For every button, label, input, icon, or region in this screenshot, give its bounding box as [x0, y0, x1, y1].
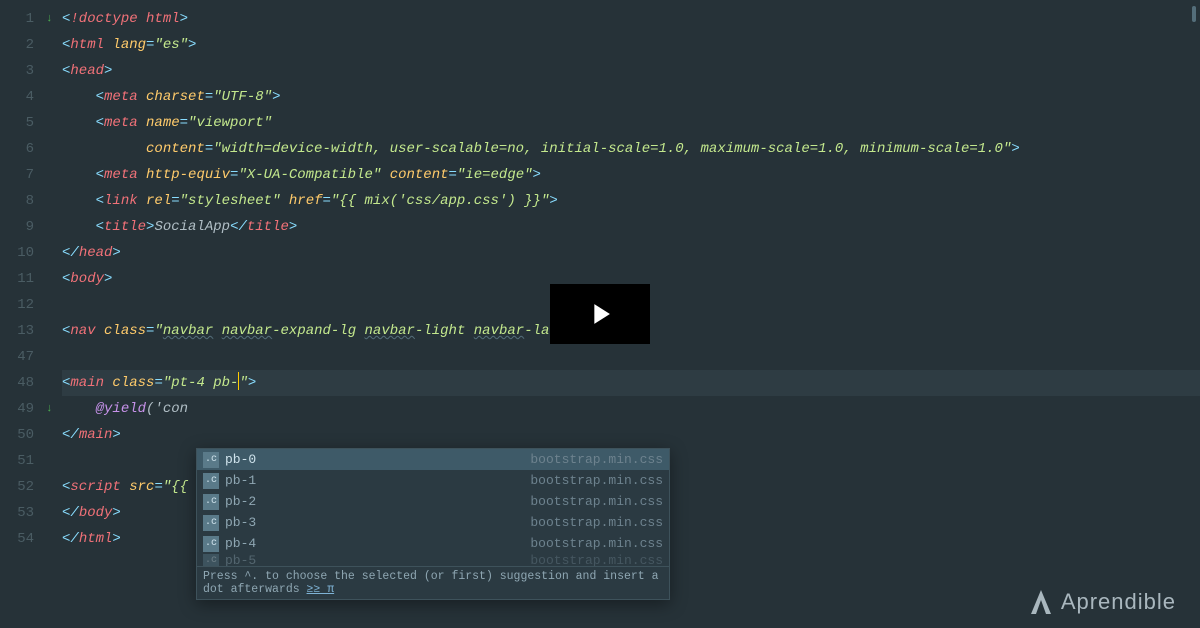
play-icon — [583, 297, 617, 331]
marker-gutter: ↓ ↓ — [44, 6, 62, 622]
autocomplete-label: pb-5 — [225, 554, 530, 566]
code-line[interactable]: </head> — [62, 240, 1200, 266]
line-number: 4 — [0, 84, 34, 110]
autocomplete-source: bootstrap.min.css — [530, 473, 663, 488]
line-number: 5 — [0, 110, 34, 136]
code-line[interactable]: <title>SocialApp</title> — [62, 214, 1200, 240]
brand-watermark: Aprendible — [1029, 588, 1176, 616]
autocomplete-item[interactable]: .c pb-4 bootstrap.min.css — [197, 533, 669, 554]
line-number-gutter: 1 2 3 4 5 6 7 8 9 10 11 12 13 47 48 49 5… — [0, 6, 44, 622]
code-line[interactable] — [62, 344, 1200, 370]
css-class-icon: .c — [203, 494, 219, 510]
css-class-icon: .c — [203, 515, 219, 531]
autocomplete-source: bootstrap.min.css — [530, 536, 663, 551]
autocomplete-label: pb-0 — [225, 452, 530, 467]
css-class-icon: .c — [203, 554, 219, 566]
line-number: 11 — [0, 266, 34, 292]
autocomplete-item[interactable]: .c pb-5 bootstrap.min.css — [197, 554, 669, 566]
css-class-icon: .c — [203, 452, 219, 468]
autocomplete-item[interactable]: .c pb-3 bootstrap.min.css — [197, 512, 669, 533]
line-number: 10 — [0, 240, 34, 266]
line-number: 7 — [0, 162, 34, 188]
autocomplete-popup[interactable]: .c pb-0 bootstrap.min.css .c pb-1 bootst… — [196, 448, 670, 600]
line-number: 12 — [0, 292, 34, 318]
line-number: 1 — [0, 6, 34, 32]
line-number: 47 — [0, 344, 34, 370]
change-marker-icon: ↓ — [46, 6, 53, 32]
code-line[interactable]: <meta http-equiv="X-UA-Compatible" conte… — [62, 162, 1200, 188]
line-number: 49 — [0, 396, 34, 422]
line-number: 53 — [0, 500, 34, 526]
css-class-icon: .c — [203, 473, 219, 489]
css-class-icon: .c — [203, 536, 219, 552]
line-number: 8 — [0, 188, 34, 214]
line-number: 51 — [0, 448, 34, 474]
line-number: 48 — [0, 370, 34, 396]
line-number: 3 — [0, 58, 34, 84]
autocomplete-label: pb-1 — [225, 473, 530, 488]
code-line[interactable]: @yield('con — [62, 396, 1200, 422]
code-line-active[interactable]: <main class="pt-4 pb-"> — [62, 370, 1200, 396]
brand-text: Aprendible — [1061, 589, 1176, 615]
autocomplete-label: pb-3 — [225, 515, 530, 530]
code-line[interactable]: <head> — [62, 58, 1200, 84]
code-line[interactable]: </main> — [62, 422, 1200, 448]
autocomplete-source: bootstrap.min.css — [530, 494, 663, 509]
code-line[interactable]: <html lang="es"> — [62, 32, 1200, 58]
autocomplete-source: bootstrap.min.css — [530, 515, 663, 530]
hint-link[interactable]: ≥≥ π — [307, 583, 335, 596]
code-line[interactable]: <meta charset="UTF-8"> — [62, 84, 1200, 110]
line-number: 50 — [0, 422, 34, 448]
autocomplete-source: bootstrap.min.css — [530, 452, 663, 467]
line-number: 9 — [0, 214, 34, 240]
play-button[interactable] — [550, 284, 650, 344]
line-number: 2 — [0, 32, 34, 58]
line-number: 6 — [0, 136, 34, 162]
autocomplete-source: bootstrap.min.css — [530, 554, 663, 566]
autocomplete-item[interactable]: .c pb-2 bootstrap.min.css — [197, 491, 669, 512]
change-marker-icon: ↓ — [46, 396, 53, 422]
code-line[interactable]: <meta name="viewport" — [62, 110, 1200, 136]
code-line[interactable]: content="width=device-width, user-scalab… — [62, 136, 1200, 162]
brand-logo-icon — [1029, 588, 1053, 616]
autocomplete-item[interactable]: .c pb-1 bootstrap.min.css — [197, 470, 669, 491]
autocomplete-item[interactable]: .c pb-0 bootstrap.min.css — [197, 449, 669, 470]
autocomplete-hint: Press ^. to choose the selected (or firs… — [197, 566, 669, 599]
code-line[interactable]: <link rel="stylesheet" href="{{ mix('css… — [62, 188, 1200, 214]
line-number: 13 — [0, 318, 34, 344]
autocomplete-label: pb-4 — [225, 536, 530, 551]
autocomplete-label: pb-2 — [225, 494, 530, 509]
scrollbar-thumb[interactable] — [1192, 6, 1196, 22]
code-line[interactable]: <!doctype html> — [62, 6, 1200, 32]
line-number: 54 — [0, 526, 34, 552]
line-number: 52 — [0, 474, 34, 500]
